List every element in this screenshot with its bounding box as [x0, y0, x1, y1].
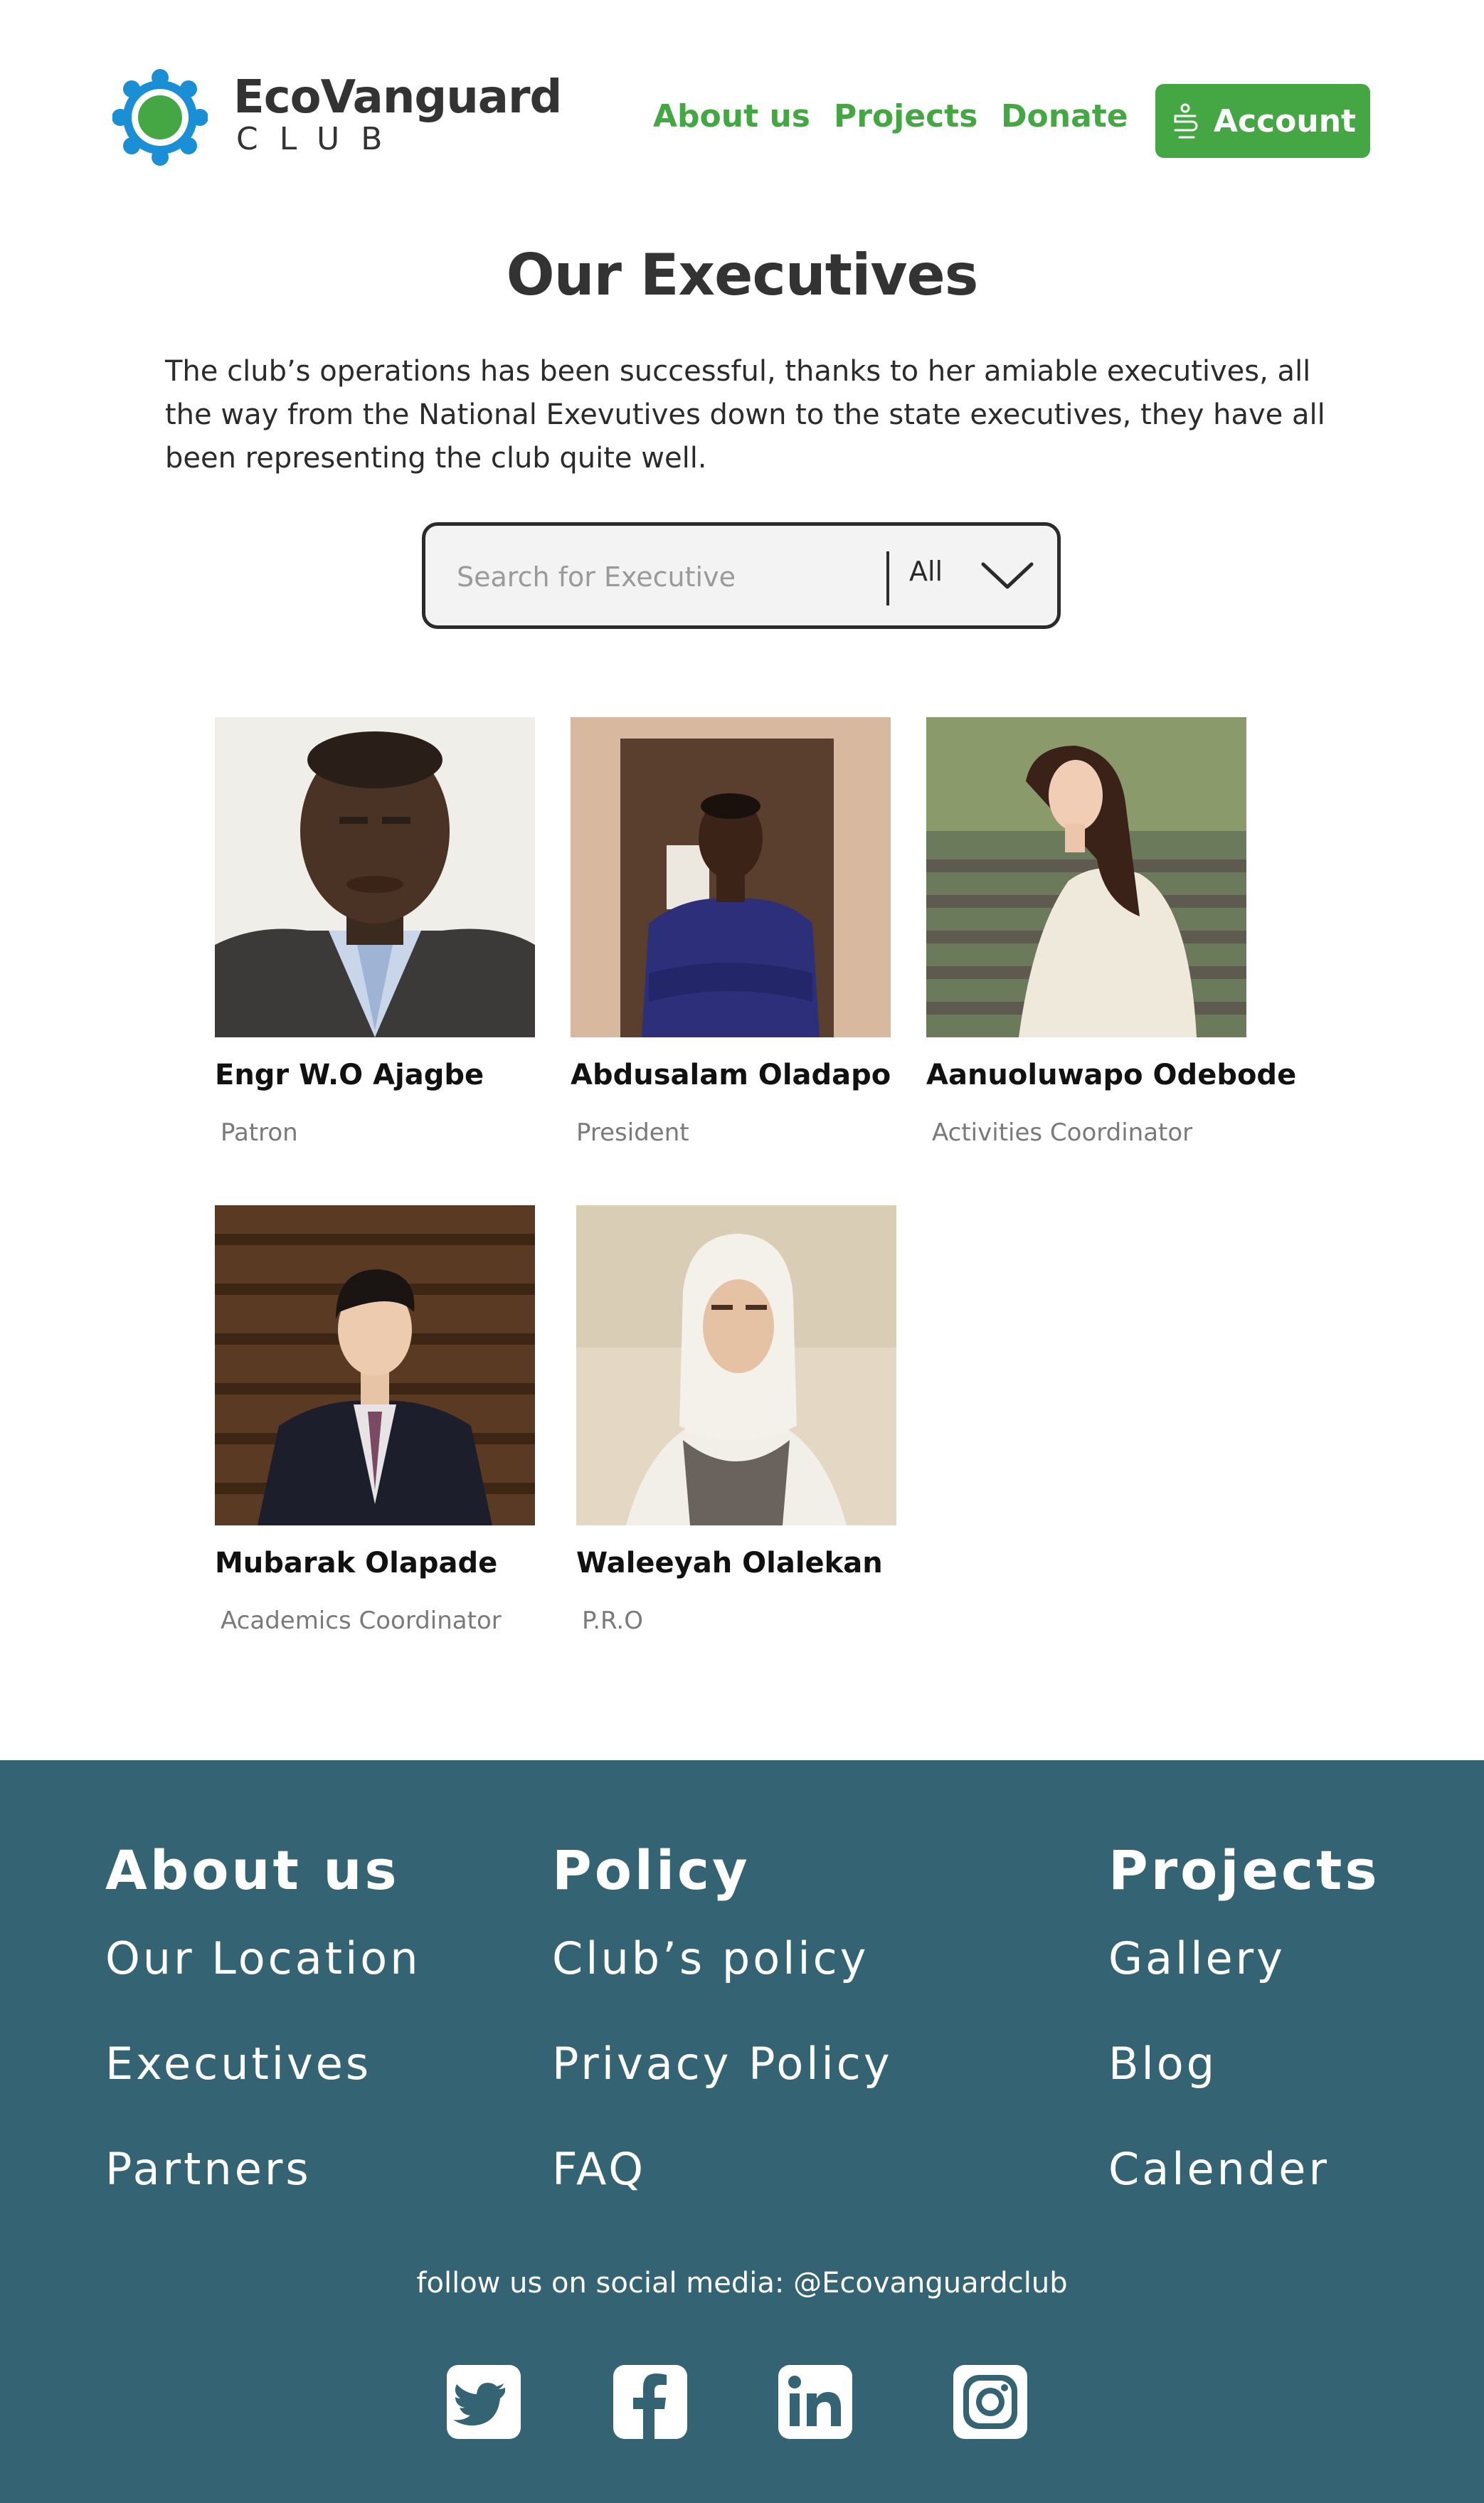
social-links	[0, 2365, 1484, 2443]
executive-role: Patron	[221, 1118, 298, 1147]
footer-link-calender[interactable]: Calender	[1108, 2143, 1380, 2248]
footer-heading: Projects	[1108, 1838, 1380, 1902]
executive-role: Activities Coordinator	[932, 1118, 1193, 1147]
executive-role: Academics Coordinator	[221, 1607, 502, 1635]
nav-about-us[interactable]: About us	[653, 98, 810, 134]
search-input[interactable]	[457, 554, 855, 600]
footer-link-blog[interactable]: Blog	[1108, 2038, 1380, 2143]
filter-dropdown[interactable]: All	[909, 546, 1051, 610]
account-icon	[1174, 103, 1198, 139]
executive-photo	[576, 1205, 896, 1525]
executive-photo	[215, 1205, 535, 1525]
nav-donate[interactable]: Donate	[1001, 98, 1128, 134]
nav-projects[interactable]: Projects	[834, 98, 977, 134]
footer-link-club-policy[interactable]: Club’s policy	[552, 1932, 893, 2038]
site-footer: About us Our Location Executives Partner…	[0, 1760, 1484, 2503]
executive-search-bar: All	[422, 522, 1061, 629]
executive-name: Waleeyah Olalekan	[576, 1547, 883, 1579]
footer-heading: Policy	[552, 1838, 751, 1902]
footer-link-privacy-policy[interactable]: Privacy Policy	[552, 2038, 893, 2143]
search-divider	[886, 551, 889, 605]
footer-link-executives[interactable]: Executives	[105, 2038, 421, 2143]
executive-name: Aanuoluwapo Odebode	[926, 1059, 1297, 1091]
filter-value: All	[909, 556, 943, 587]
page-title: Our Executives	[506, 242, 979, 308]
footer-link-partners[interactable]: Partners	[105, 2143, 421, 2248]
executive-card[interactable]: Aanuoluwapo Odebode Activities Coordinat…	[926, 717, 1296, 1147]
footer-column-about: About us Our Location Executives Partner…	[105, 1838, 421, 2248]
account-label: Account	[1213, 102, 1357, 139]
executive-name: Mubarak Olapade	[215, 1547, 498, 1579]
executive-name: Abdusalam Oladapo	[571, 1059, 891, 1091]
site-header: EcoVanguard CLUB About us Projects Donat…	[0, 0, 1484, 213]
executive-photo	[926, 717, 1246, 1037]
chevron-down-icon	[981, 562, 1034, 589]
facebook-icon[interactable]	[613, 2365, 687, 2439]
executive-photo	[571, 717, 891, 1037]
main-nav: About us Projects Donate Account	[0, 80, 1484, 158]
executive-card[interactable]: Engr W.O Ajagbe Patron	[215, 717, 585, 1147]
footer-link-our-location[interactable]: Our Location	[105, 1932, 421, 2038]
twitter-icon[interactable]	[447, 2365, 521, 2439]
social-follow-text: follow us on social media: @Ecovanguardc…	[416, 2267, 1068, 2300]
footer-link-gallery[interactable]: Gallery	[1108, 1932, 1380, 2038]
executive-card[interactable]: Abdusalam Oladapo President	[571, 717, 940, 1147]
linkedin-icon[interactable]	[778, 2365, 852, 2439]
account-button[interactable]: Account	[1155, 84, 1370, 158]
executive-card[interactable]: Waleeyah Olalekan P.R.O	[576, 1205, 946, 1635]
executive-role: President	[576, 1118, 689, 1147]
executive-photo	[215, 717, 535, 1037]
intro-paragraph: The club’s operations has been successfu…	[165, 355, 1325, 475]
footer-link-faq[interactable]: FAQ	[552, 2143, 893, 2248]
executive-name: Engr W.O Ajagbe	[215, 1059, 484, 1091]
footer-column-projects: Projects Gallery Blog Calender	[1108, 1838, 1380, 2248]
footer-heading: About us	[105, 1838, 400, 1902]
footer-column-policy: Policy Club’s policy Privacy Policy FAQ	[552, 1838, 893, 2248]
executive-role: P.R.O	[582, 1607, 643, 1635]
executive-card[interactable]: Mubarak Olapade Academics Coordinator	[215, 1205, 585, 1635]
instagram-icon[interactable]	[953, 2365, 1027, 2439]
